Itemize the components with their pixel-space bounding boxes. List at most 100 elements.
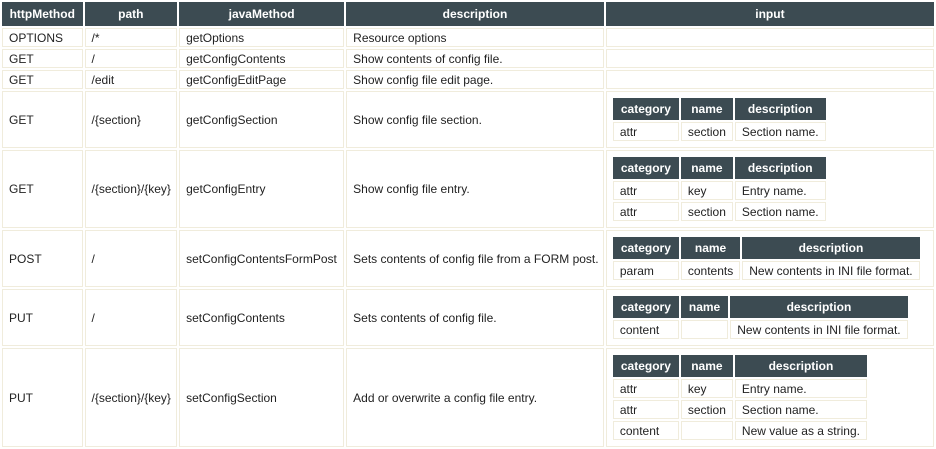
- input-cell: [605, 49, 934, 68]
- method-cell: POST: [2, 230, 83, 287]
- input-param-row: attr section Section name.: [612, 400, 867, 419]
- method-cell: PUT: [2, 348, 83, 447]
- input-param-row: content New contents in INI file format.: [612, 320, 908, 339]
- input-description-cell: New contents in INI file format.: [730, 320, 908, 339]
- java-method-cell: getConfigContents: [179, 49, 345, 68]
- method-cell: GET: [2, 49, 83, 68]
- path-cell: /: [84, 230, 178, 287]
- input-cell: category name description attr key Entry name…: [605, 348, 934, 447]
- description-cell: Sets contents of config file from a FORM…: [346, 230, 604, 287]
- input-name-cell: contents: [680, 261, 741, 280]
- input-category-cell: attr: [612, 181, 679, 200]
- input-name-cell: section: [680, 122, 733, 141]
- input-cell: category name description param contents New …: [605, 230, 934, 287]
- input-category-cell: content: [612, 320, 679, 339]
- input-cell: [605, 28, 934, 47]
- input-header-row: category name description: [612, 237, 920, 259]
- input-header-row: category name description: [612, 296, 908, 318]
- input-description-cell: New value as a string.: [734, 421, 867, 440]
- java-method-cell: setConfigContentsFormPost: [179, 230, 345, 287]
- table-body: OPTIONS/* getOptions Resource options GET / g…: [2, 28, 934, 447]
- input-header-row: category name description: [612, 355, 867, 377]
- table-row: GET/edit getConfigEditPage Show config fil…: [2, 70, 934, 89]
- input-name-cell: [680, 421, 733, 440]
- method-cell: PUT: [2, 289, 83, 346]
- description-cell: Sets contents of config file.: [346, 289, 604, 346]
- input-params-table: category name description attr key Entry name…: [611, 353, 869, 442]
- input-description-cell: Section name.: [734, 400, 867, 419]
- description-cell: Show contents of config file.: [346, 49, 604, 68]
- input-column-header-category: category: [612, 355, 679, 377]
- column-header-description: description: [346, 2, 604, 26]
- table-row: OPTIONS/* getOptions Resource options: [2, 28, 934, 47]
- input-cell: category name description attr key Entry name…: [605, 150, 934, 228]
- input-column-header-category: category: [612, 157, 679, 179]
- path-cell: /: [84, 289, 178, 346]
- java-method-cell: getOptions: [179, 28, 345, 47]
- input-column-header-category: category: [612, 237, 679, 259]
- input-column-header-name: name: [680, 296, 729, 318]
- input-header-row: category name description: [612, 98, 826, 120]
- path-cell: /edit: [84, 70, 178, 89]
- java-method-cell: getConfigEditPage: [179, 70, 345, 89]
- path-cell: /{section}: [84, 91, 178, 148]
- input-column-header-category: category: [612, 98, 679, 120]
- input-params-table: category name description content New conten…: [611, 294, 910, 341]
- description-cell: Add or overwrite a config file entry.: [346, 348, 604, 447]
- input-cell: category name description attr section Sectio…: [605, 91, 934, 148]
- input-cell: [605, 70, 934, 89]
- path-cell: /{section}/{key}: [84, 150, 178, 228]
- input-column-header-description: description: [742, 237, 920, 259]
- input-param-row: attr key Entry name.: [612, 181, 826, 200]
- header-row: httpMethod path javaMethod description i…: [2, 2, 934, 26]
- table-row: PUT/{section}/{key} setConfigSection Add o…: [2, 348, 934, 447]
- input-column-header-description: description: [734, 98, 826, 120]
- column-header-httpmethod: httpMethod: [2, 2, 83, 26]
- table-row: GET/{section}/{key} getConfigEntry Show co…: [2, 150, 934, 228]
- api-methods-table: httpMethod path javaMethod description i…: [0, 0, 936, 449]
- input-description-cell: Entry name.: [734, 379, 867, 398]
- input-description-cell: Entry name.: [734, 181, 826, 200]
- input-description-cell: Section name.: [734, 202, 826, 221]
- input-column-header-category: category: [612, 296, 679, 318]
- table-row: PUT / setConfigContents Sets contents of co…: [2, 289, 934, 346]
- input-category-cell: attr: [612, 379, 679, 398]
- input-param-row: attr section Section name.: [612, 122, 826, 141]
- java-method-cell: setConfigContents: [179, 289, 345, 346]
- column-header-javamethod: javaMethod: [179, 2, 345, 26]
- input-name-cell: section: [680, 202, 733, 221]
- input-category-cell: param: [612, 261, 679, 280]
- input-name-cell: [680, 320, 729, 339]
- input-column-header-name: name: [680, 98, 733, 120]
- method-cell: GET: [2, 91, 83, 148]
- input-name-cell: key: [680, 181, 733, 200]
- input-params-table: category name description param contents New …: [611, 235, 922, 282]
- table-row: GET/{section} getConfigSection Show config…: [2, 91, 934, 148]
- input-param-row: attr key Entry name.: [612, 379, 867, 398]
- input-cell: category name description content New conten…: [605, 289, 934, 346]
- input-category-cell: attr: [612, 202, 679, 221]
- input-category-cell: content: [612, 421, 679, 440]
- input-params-table: category name description attr key Entry name…: [611, 155, 828, 223]
- input-column-header-description: description: [734, 355, 867, 377]
- path-cell: /*: [84, 28, 178, 47]
- input-param-row: content New value as a string.: [612, 421, 867, 440]
- method-cell: GET: [2, 150, 83, 228]
- input-param-row: attr section Section name.: [612, 202, 826, 221]
- input-category-cell: attr: [612, 400, 679, 419]
- input-column-header-name: name: [680, 237, 741, 259]
- input-params-table: category name description attr section Sectio…: [611, 96, 828, 143]
- input-description-cell: Section name.: [734, 122, 826, 141]
- input-column-header-name: name: [680, 355, 733, 377]
- input-param-row: param contents New contents in INI file fo…: [612, 261, 920, 280]
- input-description-cell: New contents in INI file format.: [742, 261, 920, 280]
- input-category-cell: attr: [612, 122, 679, 141]
- input-column-header-name: name: [680, 157, 733, 179]
- input-column-header-description: description: [730, 296, 908, 318]
- description-cell: Show config file edit page.: [346, 70, 604, 89]
- description-cell: Resource options: [346, 28, 604, 47]
- table-row: GET / getConfigContents Show contents of co…: [2, 49, 934, 68]
- path-cell: /: [84, 49, 178, 68]
- method-cell: GET: [2, 70, 83, 89]
- input-header-row: category name description: [612, 157, 826, 179]
